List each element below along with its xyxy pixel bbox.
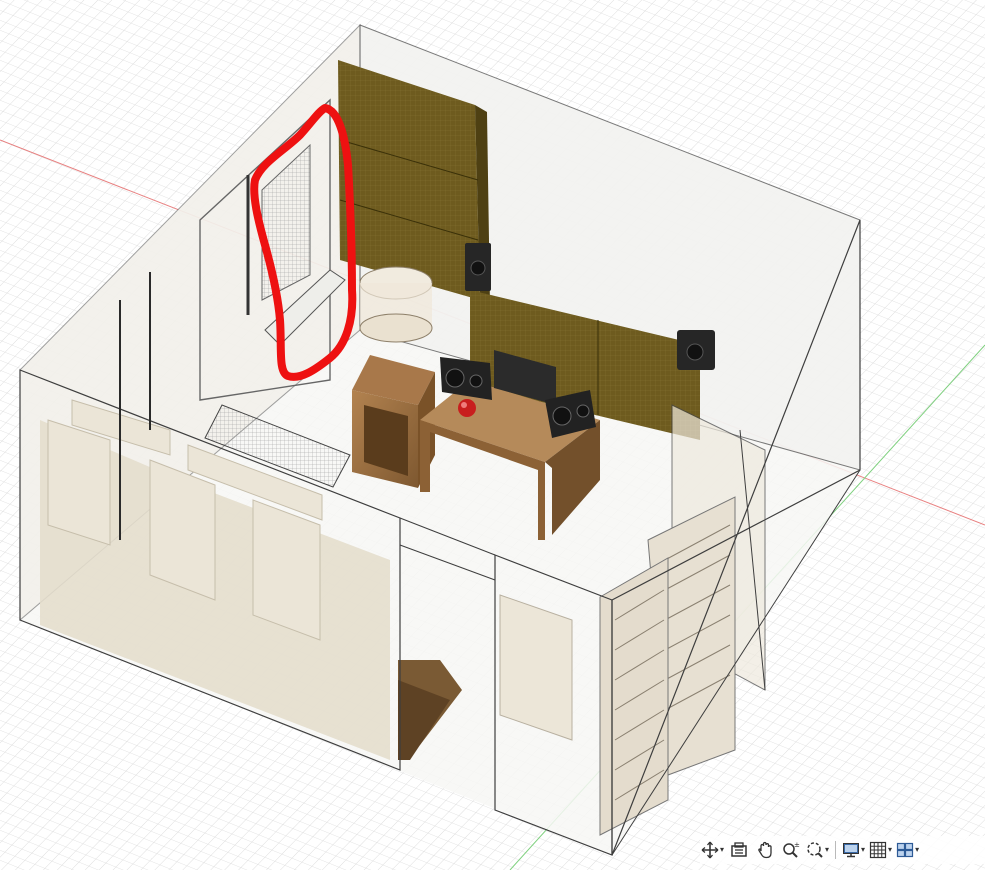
orbit-dropdown-icon[interactable]: ▾ <box>720 846 724 854</box>
navigation-toolbar: ▾ ± ▾ ▾ ▾ ▾ <box>700 836 985 864</box>
display-settings-dropdown-icon[interactable]: ▾ <box>861 846 865 854</box>
svg-text:±: ± <box>794 841 800 849</box>
wall-panel-front <box>499 594 573 741</box>
zoom-icon: ± <box>783 841 800 858</box>
panel-3 <box>252 499 321 641</box>
toolbar-separator <box>835 841 837 859</box>
fit-zoom-dropdown-icon[interactable]: ▾ <box>825 846 829 854</box>
orbit-icon <box>701 841 719 859</box>
speaker-cone <box>470 260 486 276</box>
display-settings-button[interactable]: ▾ <box>841 838 866 862</box>
display-settings-icon <box>843 843 860 858</box>
panel-2 <box>149 459 216 601</box>
speaker-cone <box>686 343 704 361</box>
red-sphere <box>458 399 476 417</box>
grid-button[interactable]: ▾ <box>868 838 893 862</box>
panel-1 <box>47 419 111 546</box>
grid-dropdown-icon[interactable]: ▾ <box>888 846 892 854</box>
cylinder-base <box>359 313 433 343</box>
fit-zoom-icon <box>807 842 823 858</box>
pan-button[interactable] <box>753 838 777 862</box>
viewports-dropdown-icon[interactable]: ▾ <box>915 846 919 854</box>
orbit-button[interactable]: ▾ <box>700 838 725 862</box>
fit-zoom-button[interactable]: ▾ <box>805 838 830 862</box>
viewports-icon <box>896 842 914 858</box>
3d-viewport[interactable] <box>0 0 985 870</box>
viewports-button[interactable]: ▾ <box>895 838 920 862</box>
pan-icon <box>758 841 772 859</box>
zoom-button[interactable]: ± <box>779 838 803 862</box>
look-at-icon <box>731 842 747 857</box>
grid-icon <box>869 841 887 859</box>
look-at-button[interactable] <box>727 838 751 862</box>
